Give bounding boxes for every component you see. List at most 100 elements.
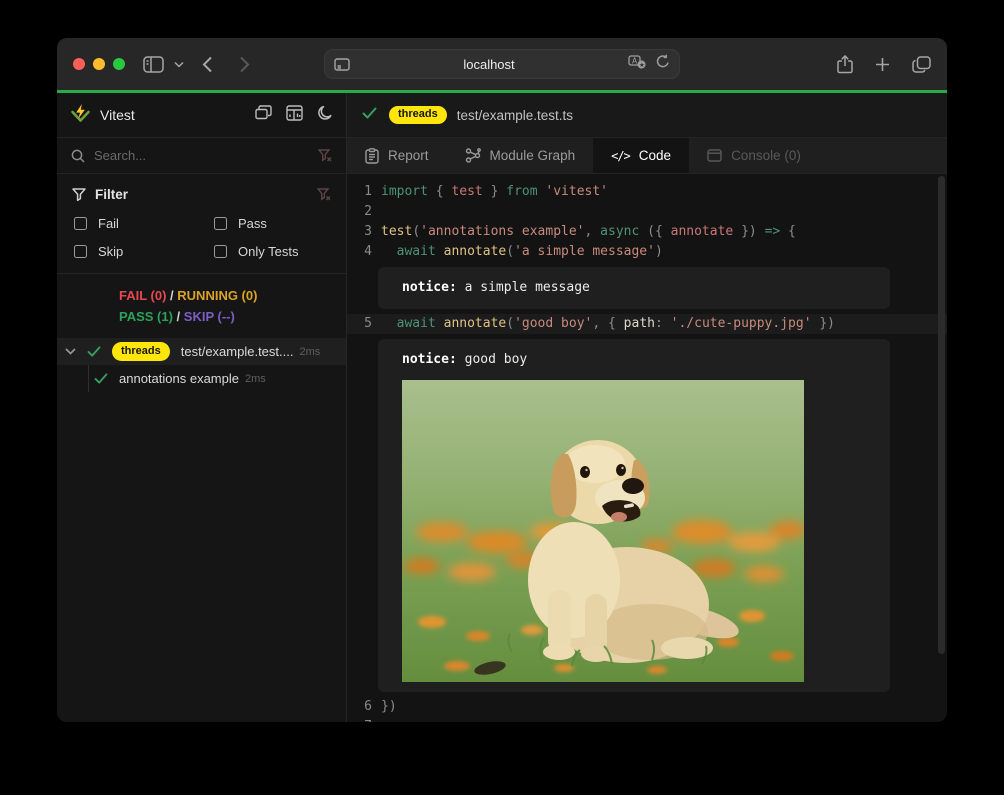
back-icon[interactable] [202, 56, 213, 73]
sidebar: Vitest [57, 93, 347, 722]
code-line-3: 3test('annotations example', async ({ an… [347, 222, 947, 242]
tab-label: Console (0) [731, 148, 801, 163]
code-text: test('annotations example', async ({ ann… [381, 222, 796, 242]
pool-badge: threads [112, 342, 170, 360]
line-number: 7 [347, 717, 381, 722]
notice-label: notice: [402, 352, 457, 367]
chevron-down-icon[interactable] [174, 61, 184, 68]
summary-line-1: FAIL (0) / RUNNING (0) [119, 285, 346, 306]
tab-console-0[interactable]: Console (0) [689, 138, 819, 173]
tree-guide-line [88, 365, 89, 392]
filter-options: Fail PassSkipOnly Tests [72, 216, 331, 259]
reload-icon[interactable] [656, 54, 670, 74]
filter-title: Filter [95, 187, 128, 202]
summary-fail: FAIL (0) [119, 288, 166, 303]
screenshot-stage: localhost A ★ [0, 0, 1004, 795]
code-line-6: 6}) [347, 697, 947, 717]
checkbox[interactable] [214, 217, 227, 230]
annotation-attachment-puppy-photo [402, 380, 804, 682]
pass-check-icon [87, 346, 101, 357]
pass-check-icon [94, 373, 108, 384]
test-case-row[interactable]: annotations example 2ms [57, 365, 346, 392]
code-text: }) [381, 697, 397, 717]
line-number: 3 [347, 222, 381, 242]
close-window-button[interactable] [73, 58, 85, 70]
console-icon [707, 149, 722, 162]
svg-text:A: A [632, 56, 638, 65]
code-text: await annotate('good boy', { path: './cu… [381, 314, 835, 334]
code-viewer: 1import { test } from 'vitest'23test('an… [347, 174, 947, 722]
summary-plain: / [166, 288, 177, 303]
forward-icon[interactable] [239, 56, 250, 73]
svg-text:★: ★ [639, 61, 645, 69]
test-summary: FAIL (0) / RUNNING (0) PASS (1) / SKIP (… [57, 274, 346, 333]
test-label: annotations example [119, 371, 239, 386]
filter-option-only-tests[interactable]: Only Tests [214, 244, 331, 259]
app-title: Vitest [100, 107, 135, 123]
notice-text: a simple message [457, 280, 590, 295]
search-icon [71, 149, 85, 163]
tab-report[interactable]: Report [347, 138, 447, 173]
test-file-row[interactable]: threads test/example.test.... 2ms [57, 338, 346, 365]
line-number: 6 [347, 697, 381, 717]
sidebar-toggle-icon[interactable] [143, 56, 164, 73]
code-icon: </> [611, 149, 630, 163]
module-graph-icon [465, 148, 481, 163]
translate-icon[interactable]: A ★ [628, 55, 647, 74]
search-input[interactable] [94, 148, 309, 163]
dark-mode-icon[interactable] [317, 105, 333, 126]
tab-code[interactable]: </>Code [593, 138, 689, 173]
filter-clear-icon[interactable] [317, 188, 331, 201]
expand-chevron-icon[interactable] [65, 348, 76, 355]
annotation-notice: notice: a simple message [378, 267, 890, 309]
tab-module-graph[interactable]: Module Graph [447, 138, 594, 173]
test-label: test/example.test.... [181, 344, 294, 359]
summary-skip: SKIP (--) [184, 309, 235, 324]
page-icon[interactable] [334, 58, 350, 71]
checkbox[interactable] [74, 245, 87, 258]
address-bar[interactable]: localhost A ★ [324, 49, 680, 79]
filter-option-pass[interactable]: Pass [214, 216, 331, 231]
tab-label: Report [388, 148, 429, 163]
code-line-4: 4 await annotate('a simple message') [347, 242, 947, 262]
test-duration: 2ms [245, 373, 266, 385]
main-panel: threads test/example.test.ts Report Modul… [347, 93, 947, 722]
dashboard-icon[interactable] [286, 105, 303, 126]
file-path: test/example.test.ts [457, 108, 573, 123]
summary-pass: PASS (1) [119, 309, 173, 324]
scrollbar-thumb[interactable] [938, 176, 945, 654]
notice-text: good boy [457, 352, 527, 367]
minimize-window-button[interactable] [93, 58, 105, 70]
test-duration: 2ms [299, 346, 320, 358]
code-line-5: 5 await annotate('good boy', { path: './… [347, 314, 947, 334]
summary-running: RUNNING (0) [177, 288, 257, 303]
tab-label: Module Graph [490, 148, 576, 163]
filter-section: Filter Fail PassSkipOnly Tests [57, 174, 346, 274]
zoom-window-button[interactable] [113, 58, 125, 70]
traffic-lights [73, 58, 125, 70]
checkbox[interactable] [214, 245, 227, 258]
code-text: import { test } from 'vitest' [381, 182, 608, 202]
summary-plain: / [173, 309, 184, 324]
browser-titlebar: localhost A ★ [57, 38, 947, 90]
vitest-logo-icon [70, 103, 91, 128]
collapse-panels-icon[interactable] [255, 105, 272, 125]
tab-bar: Report Module Graph </>Code Console (0) [347, 138, 947, 174]
search-bar [57, 138, 346, 174]
filter-option-skip[interactable]: Skip [74, 244, 214, 259]
filter-option-fail[interactable]: Fail [74, 216, 214, 231]
filter-icon [72, 188, 86, 201]
line-number: 2 [347, 202, 381, 222]
line-number: 1 [347, 182, 381, 202]
code-line-7: 7 [347, 717, 947, 722]
tab-overview-icon[interactable] [912, 56, 931, 73]
new-tab-icon[interactable] [875, 57, 890, 72]
sidebar-header: Vitest [57, 93, 346, 138]
pool-badge: threads [389, 106, 447, 124]
filter-clear-icon[interactable] [318, 149, 332, 162]
checkbox[interactable] [74, 217, 87, 230]
share-icon[interactable] [837, 55, 853, 74]
checkbox-label: Fail [98, 216, 119, 231]
file-header: threads test/example.test.ts [347, 93, 947, 138]
pass-check-icon [362, 106, 377, 124]
